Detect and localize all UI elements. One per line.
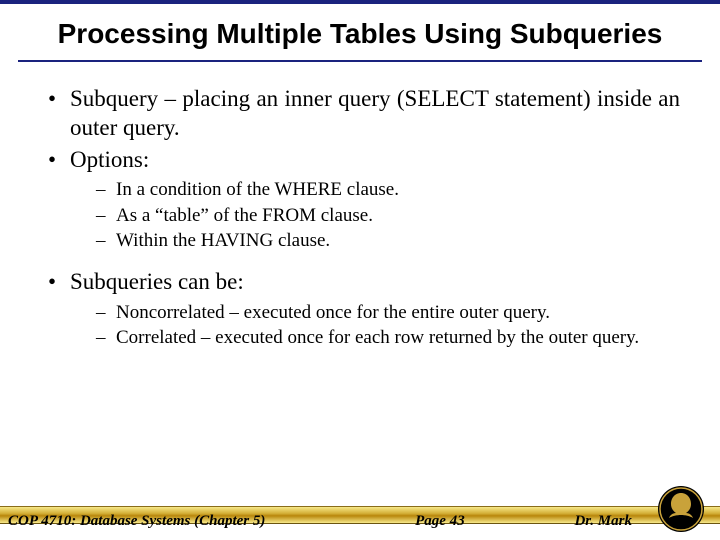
bullet-item: Subqueries can be: Noncorrelated – execu… (48, 267, 680, 350)
sub-bullet-item: Within the HAVING clause. (96, 229, 680, 253)
slide-content: Subquery – placing an inner query (SELEC… (0, 62, 720, 350)
bullet-list: Subquery – placing an inner query (SELEC… (48, 84, 680, 350)
sub-bullet-item: In a condition of the WHERE clause. (96, 178, 680, 202)
sub-bullet-item: As a “table” of the FROM clause. (96, 204, 680, 228)
sub-bullet-item: Noncorrelated – executed once for the en… (96, 301, 680, 325)
bullet-item: Options: In a condition of the WHERE cla… (48, 145, 680, 253)
sub-bullet-list: In a condition of the WHERE clause. As a… (70, 178, 680, 253)
footer-page: Page 43 (265, 513, 574, 530)
sub-bullet-list: Noncorrelated – executed once for the en… (70, 301, 680, 351)
bullet-text: Options: (70, 147, 149, 172)
bullet-item: Subquery – placing an inner query (SELEC… (48, 84, 680, 143)
footer-text-row: COP 4710: Database Systems (Chapter 5) P… (0, 490, 720, 540)
footer-course: COP 4710: Database Systems (Chapter 5) (8, 513, 265, 530)
slide-title: Processing Multiple Tables Using Subquer… (0, 4, 720, 60)
slide-footer: COP 4710: Database Systems (Chapter 5) P… (0, 490, 720, 540)
ucf-logo-icon (656, 484, 706, 534)
sub-bullet-item: Correlated – executed once for each row … (96, 326, 680, 350)
bullet-text: Subqueries can be: (70, 269, 244, 294)
